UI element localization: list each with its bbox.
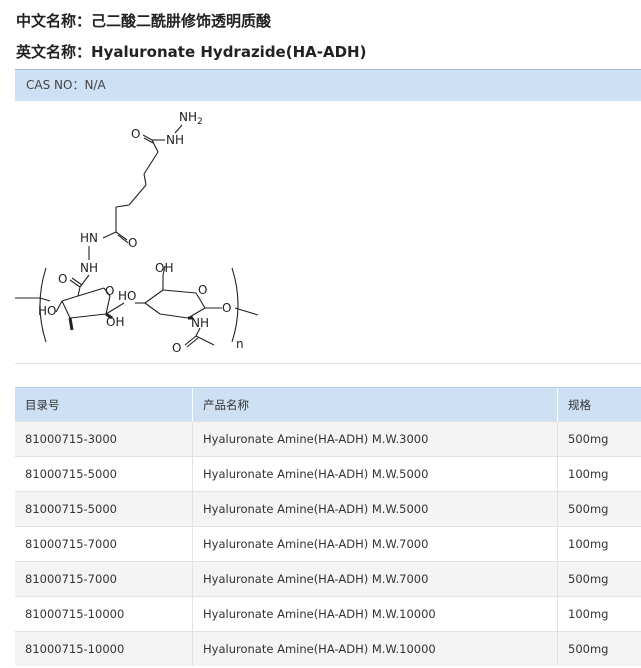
chinese-name-value: 己二酸二酰肼修饰透明质酸 [91,12,272,30]
label-ho-ring2: HO [118,289,136,303]
catalog-no-cell: 81000715-7000 [15,526,193,562]
label-o-ring1: O [105,284,114,298]
catalog-no-cell: 81000715-10000 [15,631,193,666]
catalog-no-cell: 81000715-5000 [15,456,193,492]
label-o-top: O [131,127,140,141]
table-header-row: 目录号 产品名称 规格 [15,387,641,422]
table-row: 81000715-7000 Hyaluronate Amine(HA-ADH) … [15,561,641,597]
cas-label: CAS NO： [26,78,85,92]
catalog-no-cell: 81000715-7000 [15,561,193,597]
label-o-acetyl: O [172,341,181,355]
spec-cell: 500mg [557,491,641,527]
table-row: 81000715-7000 Hyaluronate Amine(HA-ADH) … [15,526,641,562]
cas-number-bar: CAS NO：N/A [15,69,641,101]
header-catalog-no: 目录号 [15,387,193,422]
label-nh-top: NH [166,133,184,147]
spec-cell: 500mg [557,561,641,597]
english-name-line: 英文名称：Hyaluronate Hydrazide(HA-ADH) [16,41,366,62]
product-name-cell: Hyaluronate Amine(HA-ADH) M.W.7000 [192,561,558,597]
catalog-no-cell: 81000715-10000 [15,596,193,632]
label-oh-ring1: OH [106,315,124,329]
label-o-ring2: O [198,283,207,297]
label-o-carbonyl: O [58,272,67,286]
chemical-structure: NH2 NH O HN O NH O O HO OH HO OH O NH O … [0,101,641,363]
header-spec: 规格 [557,387,641,422]
english-name-label: 英文名称： [16,43,92,61]
english-name-value: Hyaluronate Hydrazide(HA-ADH) [91,43,367,61]
product-name-cell: Hyaluronate Amine(HA-ADH) M.W.7000 [192,526,558,562]
product-name-cell: Hyaluronate Amine(HA-ADH) M.W.3000 [192,421,558,457]
table-row: 81000715-5000 Hyaluronate Amine(HA-ADH) … [15,491,641,527]
catalog-no-cell: 81000715-5000 [15,491,193,527]
label-ho-left: HO [38,304,56,318]
section-divider [15,363,641,364]
table-row: 81000715-5000 Hyaluronate Amine(HA-ADH) … [15,456,641,492]
chemical-structure-drawing: NH2 NH O HN O NH O O HO OH HO OH O NH O … [15,110,259,355]
spec-cell: 100mg [557,596,641,632]
catalog-no-cell: 81000715-3000 [15,421,193,457]
header-product-name: 产品名称 [192,387,558,422]
label-oh-ring2: OH [155,261,173,275]
product-name-cell: Hyaluronate Amine(HA-ADH) M.W.10000 [192,596,558,632]
table-row: 81000715-10000 Hyaluronate Amine(HA-ADH)… [15,631,641,666]
label-nh-mid: NH [80,261,98,275]
label-hn: HN [80,231,98,245]
chinese-name-label: 中文名称： [16,12,92,30]
spec-cell: 100mg [557,456,641,492]
table-row: 81000715-10000 Hyaluronate Amine(HA-ADH)… [15,596,641,632]
label-nh2: NH2 [179,110,203,127]
chinese-name-line: 中文名称：己二酸二酰肼修饰透明质酸 [16,10,271,31]
table-row: 81000715-3000 Hyaluronate Amine(HA-ADH) … [15,421,641,457]
label-nh-ring2: NH [191,316,209,330]
spec-cell: 100mg [557,526,641,562]
product-table: 目录号 产品名称 规格 81000715-3000 Hyaluronate Am… [15,387,641,666]
product-name-cell: Hyaluronate Amine(HA-ADH) M.W.5000 [192,491,558,527]
spec-cell: 500mg [557,631,641,666]
product-name-cell: Hyaluronate Amine(HA-ADH) M.W.5000 [192,456,558,492]
product-name-cell: Hyaluronate Amine(HA-ADH) M.W.10000 [192,631,558,666]
spec-cell: 500mg [557,421,641,457]
label-o-link: O [222,301,231,315]
cas-value: N/A [84,78,106,92]
label-n-subscript: n [236,337,244,351]
label-o-mid: O [128,236,137,250]
